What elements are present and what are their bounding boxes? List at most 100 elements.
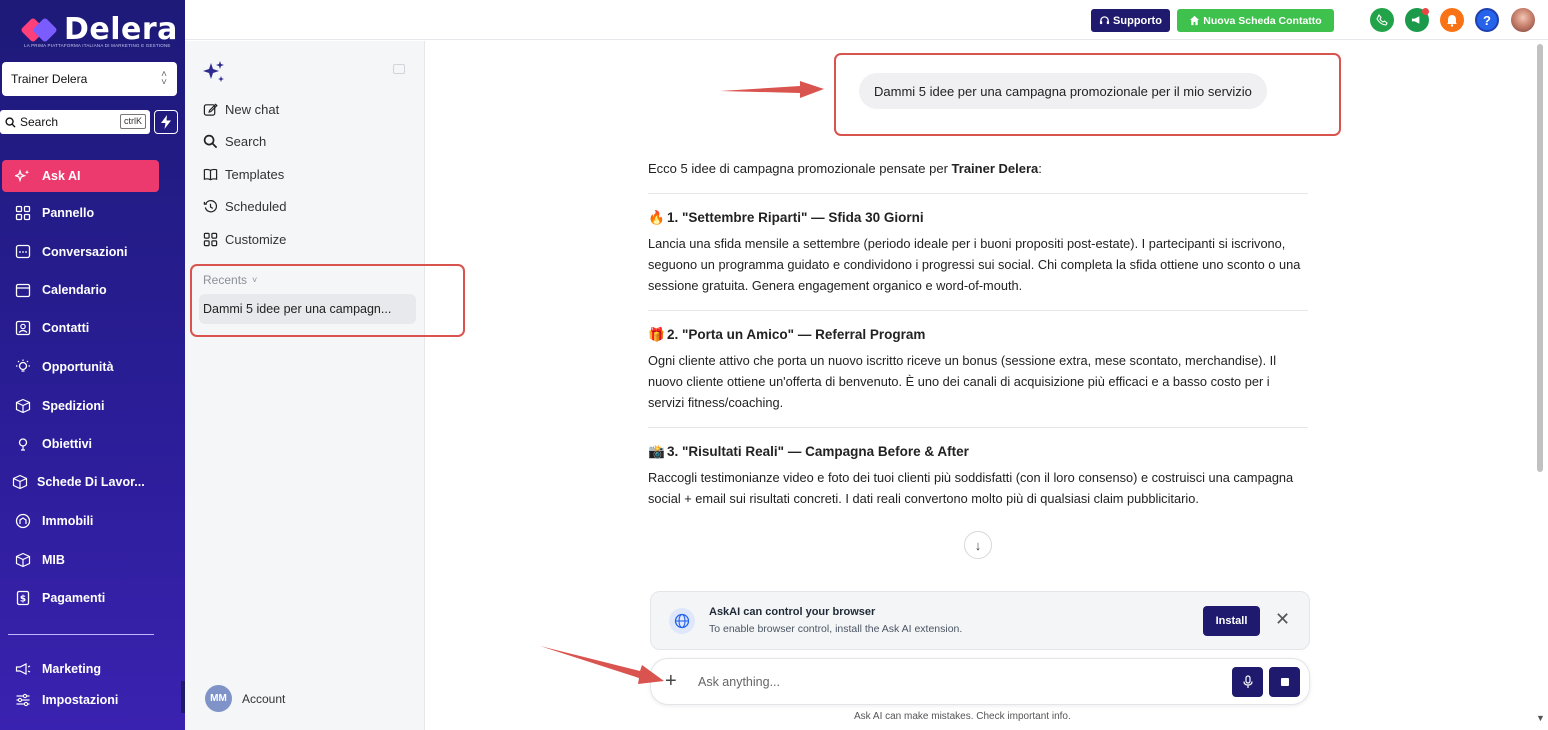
account-button[interactable]: MM Account	[205, 685, 285, 712]
sidebar-item-obiettivi[interactable]: Obiettivi	[2, 428, 159, 460]
main-sidebar: Delera LA PRIMA PIATTAFORMA ITALIANA DI …	[0, 0, 185, 730]
user-avatar[interactable]	[1511, 8, 1535, 32]
sidebar-item-marketing[interactable]: Marketing	[2, 653, 159, 685]
idea-body: Raccogli testimonianze video e foto dei …	[648, 470, 1294, 506]
history-search-label: Search	[225, 134, 267, 149]
new-chat-button[interactable]: New chat	[203, 102, 279, 117]
sidebar-item-label: Schede Di Lavor...	[37, 475, 145, 489]
sidebar-item-impostazioni[interactable]: Impostazioni	[2, 684, 159, 716]
sidebar-item-calendario[interactable]: Calendario	[2, 274, 159, 306]
sidebar-item-conversazioni[interactable]: Conversazioni	[2, 236, 159, 268]
sidebar-item-spedizioni[interactable]: Spedizioni	[2, 390, 159, 422]
microphone-icon	[1242, 675, 1253, 688]
page-scrollbar[interactable]: ▼	[1533, 41, 1548, 730]
idea-block: 🎁 2. "Porta un Amico" — Referral Program …	[648, 310, 1308, 413]
globe-icon	[669, 608, 695, 634]
sidebar-search-input[interactable]: Search ctrlK	[0, 110, 150, 134]
edit-icon	[203, 103, 218, 116]
idea-body: Ogni cliente attivo che porta un nuovo i…	[648, 353, 1277, 410]
sidebar-item-mib[interactable]: MIB	[2, 544, 159, 576]
brand-name: Delera	[64, 12, 178, 47]
quick-actions-button[interactable]	[154, 110, 178, 134]
search-icon	[5, 116, 16, 128]
customize-label: Customize	[225, 232, 287, 247]
account-selector-value: Trainer Delera	[11, 72, 88, 86]
sidebar-item-label: Obiettivi	[42, 437, 93, 451]
ask-anything-input[interactable]	[698, 672, 1218, 692]
sidebar-item-immobili[interactable]: Immobili	[2, 505, 159, 537]
scheduled-label: Scheduled	[225, 199, 287, 214]
ai-sparkle-icon	[203, 61, 224, 82]
panel-toggle-icon[interactable]	[393, 64, 405, 74]
book-icon	[203, 168, 218, 181]
megaphone-icon	[1411, 16, 1419, 24]
sidebar-item-label: Contatti	[42, 321, 90, 335]
templates-label: Templates	[225, 167, 285, 182]
headset-icon	[1099, 16, 1110, 25]
sidebar-item-label: Marketing	[42, 662, 102, 676]
sidebar-item-pagamenti[interactable]: $ Pagamenti	[2, 582, 159, 614]
idea-body: Lancia una sfida mensile a settembre (pe…	[648, 236, 1301, 293]
ai-disclaimer: Ask AI can make mistakes. Check importan…	[854, 711, 1071, 722]
account-label: Account	[242, 691, 286, 706]
delera-logo-icon	[20, 16, 58, 43]
question-icon: ?	[1483, 12, 1491, 28]
close-banner-icon[interactable]: ✕	[1275, 609, 1290, 629]
assistant-response: Ecco 5 idee di campagna promozionale pen…	[648, 158, 1308, 509]
idea-block: 📸 3. "Risultati Reali" — Campagna Before …	[648, 427, 1308, 509]
brand-logo[interactable]: Delera	[20, 12, 178, 47]
new-chat-label: New chat	[225, 102, 280, 117]
support-button[interactable]: Supporto	[1091, 9, 1170, 32]
account-selector[interactable]: Trainer Delera ˄ ˅	[2, 62, 177, 96]
lightning-icon	[161, 115, 171, 129]
building-icon	[15, 513, 31, 529]
new-contact-button[interactable]: Nuova Scheda Contatto	[1177, 9, 1334, 32]
annotation-arrow-icon	[720, 81, 824, 98]
install-extension-button[interactable]: Install	[1203, 606, 1260, 636]
notifications-button[interactable]	[1440, 8, 1464, 32]
idea-title: 🎁 2. "Porta un Amico" — Referral Program	[648, 325, 1308, 345]
clock-icon	[203, 199, 218, 213]
plus-icon[interactable]: +	[665, 669, 677, 693]
invoice-icon: $	[16, 590, 30, 606]
sidebar-item-contatti[interactable]: Contatti	[2, 312, 159, 344]
sidebar-item-label: Calendario	[42, 283, 107, 297]
sidebar-item-schede-di-lavoro[interactable]: Schede Di Lavor...	[2, 466, 159, 498]
calendar-icon	[15, 283, 31, 298]
extension-banner-description: To enable browser control, install the A…	[709, 623, 963, 635]
sidebar-item-label: MIB	[42, 553, 65, 567]
customize-button[interactable]: Customize	[203, 232, 286, 247]
dashboard-icon	[15, 205, 31, 221]
bell-icon	[1447, 14, 1457, 27]
sidebar-item-pannello[interactable]: Pannello	[2, 197, 159, 229]
chat-main: Dammi 5 idee per una campagna promoziona…	[426, 41, 1533, 730]
templates-button[interactable]: Templates	[203, 167, 284, 182]
chevron-updown-icon: ˄ ˅	[161, 69, 167, 88]
sidebar-item-label: Ask AI	[42, 169, 81, 183]
sidebar-item-label: Opportunità	[42, 360, 114, 374]
sidebar-item-label: Conversazioni	[42, 245, 128, 259]
announcements-button[interactable]	[1405, 8, 1429, 32]
lightbulb-icon	[16, 359, 30, 372]
history-search-button[interactable]: Search	[203, 134, 266, 149]
scheduled-button[interactable]: Scheduled	[203, 199, 286, 214]
sidebar-item-ask-ai[interactable]: Ask AI	[2, 160, 159, 192]
cube-icon	[15, 552, 31, 568]
scroll-to-bottom-button[interactable]: ↓	[964, 531, 992, 559]
help-button[interactable]: ?	[1475, 8, 1499, 32]
gift-icon: 🎁	[648, 327, 665, 342]
notification-dot	[1422, 8, 1429, 15]
scroll-down-arrow-icon[interactable]: ▼	[1536, 713, 1545, 723]
new-contact-label: Nuova Scheda Contatto	[1203, 14, 1322, 27]
microphone-button[interactable]	[1232, 667, 1263, 697]
sidebar-item-label: Pannello	[42, 206, 95, 220]
sidebar-item-opportunita[interactable]: Opportunità	[2, 351, 159, 383]
stop-icon	[1280, 678, 1289, 686]
scrollbar-thumb[interactable]	[1537, 44, 1543, 472]
response-intro: Ecco 5 idee di campagna promozionale pen…	[648, 161, 1042, 176]
stop-button[interactable]	[1269, 667, 1300, 697]
phone-button[interactable]	[1370, 8, 1394, 32]
contact-icon	[15, 320, 31, 336]
idea-title: 📸 3. "Risultati Reali" — Campagna Before …	[648, 442, 1308, 462]
sidebar-search-placeholder: Search	[20, 115, 59, 129]
